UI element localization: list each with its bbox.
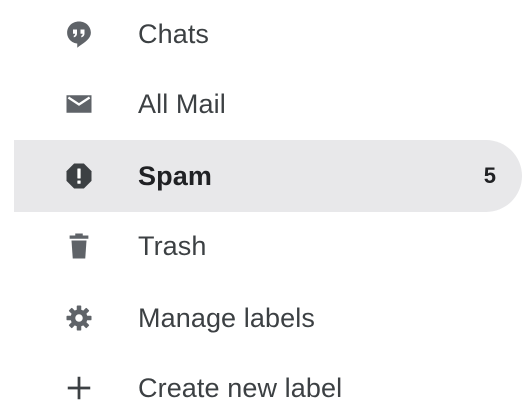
sidebar-item-manage-labels[interactable]: Manage labels <box>14 282 522 354</box>
unread-count-badge: 5 <box>483 163 496 188</box>
sidebar-item-trash[interactable]: Trash <box>14 210 522 282</box>
sidebar-item-label: Chats <box>138 19 210 49</box>
spam-icon <box>64 161 94 191</box>
sidebar-item-label: Trash <box>138 231 207 261</box>
trash-icon <box>64 231 94 261</box>
sidebar-nav: Chats All Mail Spam 5 Trash Manage label… <box>0 0 522 405</box>
sidebar-item-label: Spam <box>138 161 212 191</box>
sidebar-item-chats[interactable]: Chats <box>14 0 522 70</box>
sidebar-item-all-mail[interactable]: All Mail <box>14 68 522 140</box>
gear-icon <box>64 303 94 333</box>
sidebar-item-label: Manage labels <box>138 303 315 333</box>
sidebar-item-create-label[interactable]: Create new label <box>14 352 522 405</box>
chat-icon <box>64 19 94 49</box>
sidebar-item-label: All Mail <box>138 89 226 119</box>
sidebar-item-spam[interactable]: Spam 5 <box>14 140 522 212</box>
sidebar-item-label: Create new label <box>138 373 343 403</box>
mail-icon <box>64 89 94 119</box>
plus-icon <box>64 373 94 403</box>
